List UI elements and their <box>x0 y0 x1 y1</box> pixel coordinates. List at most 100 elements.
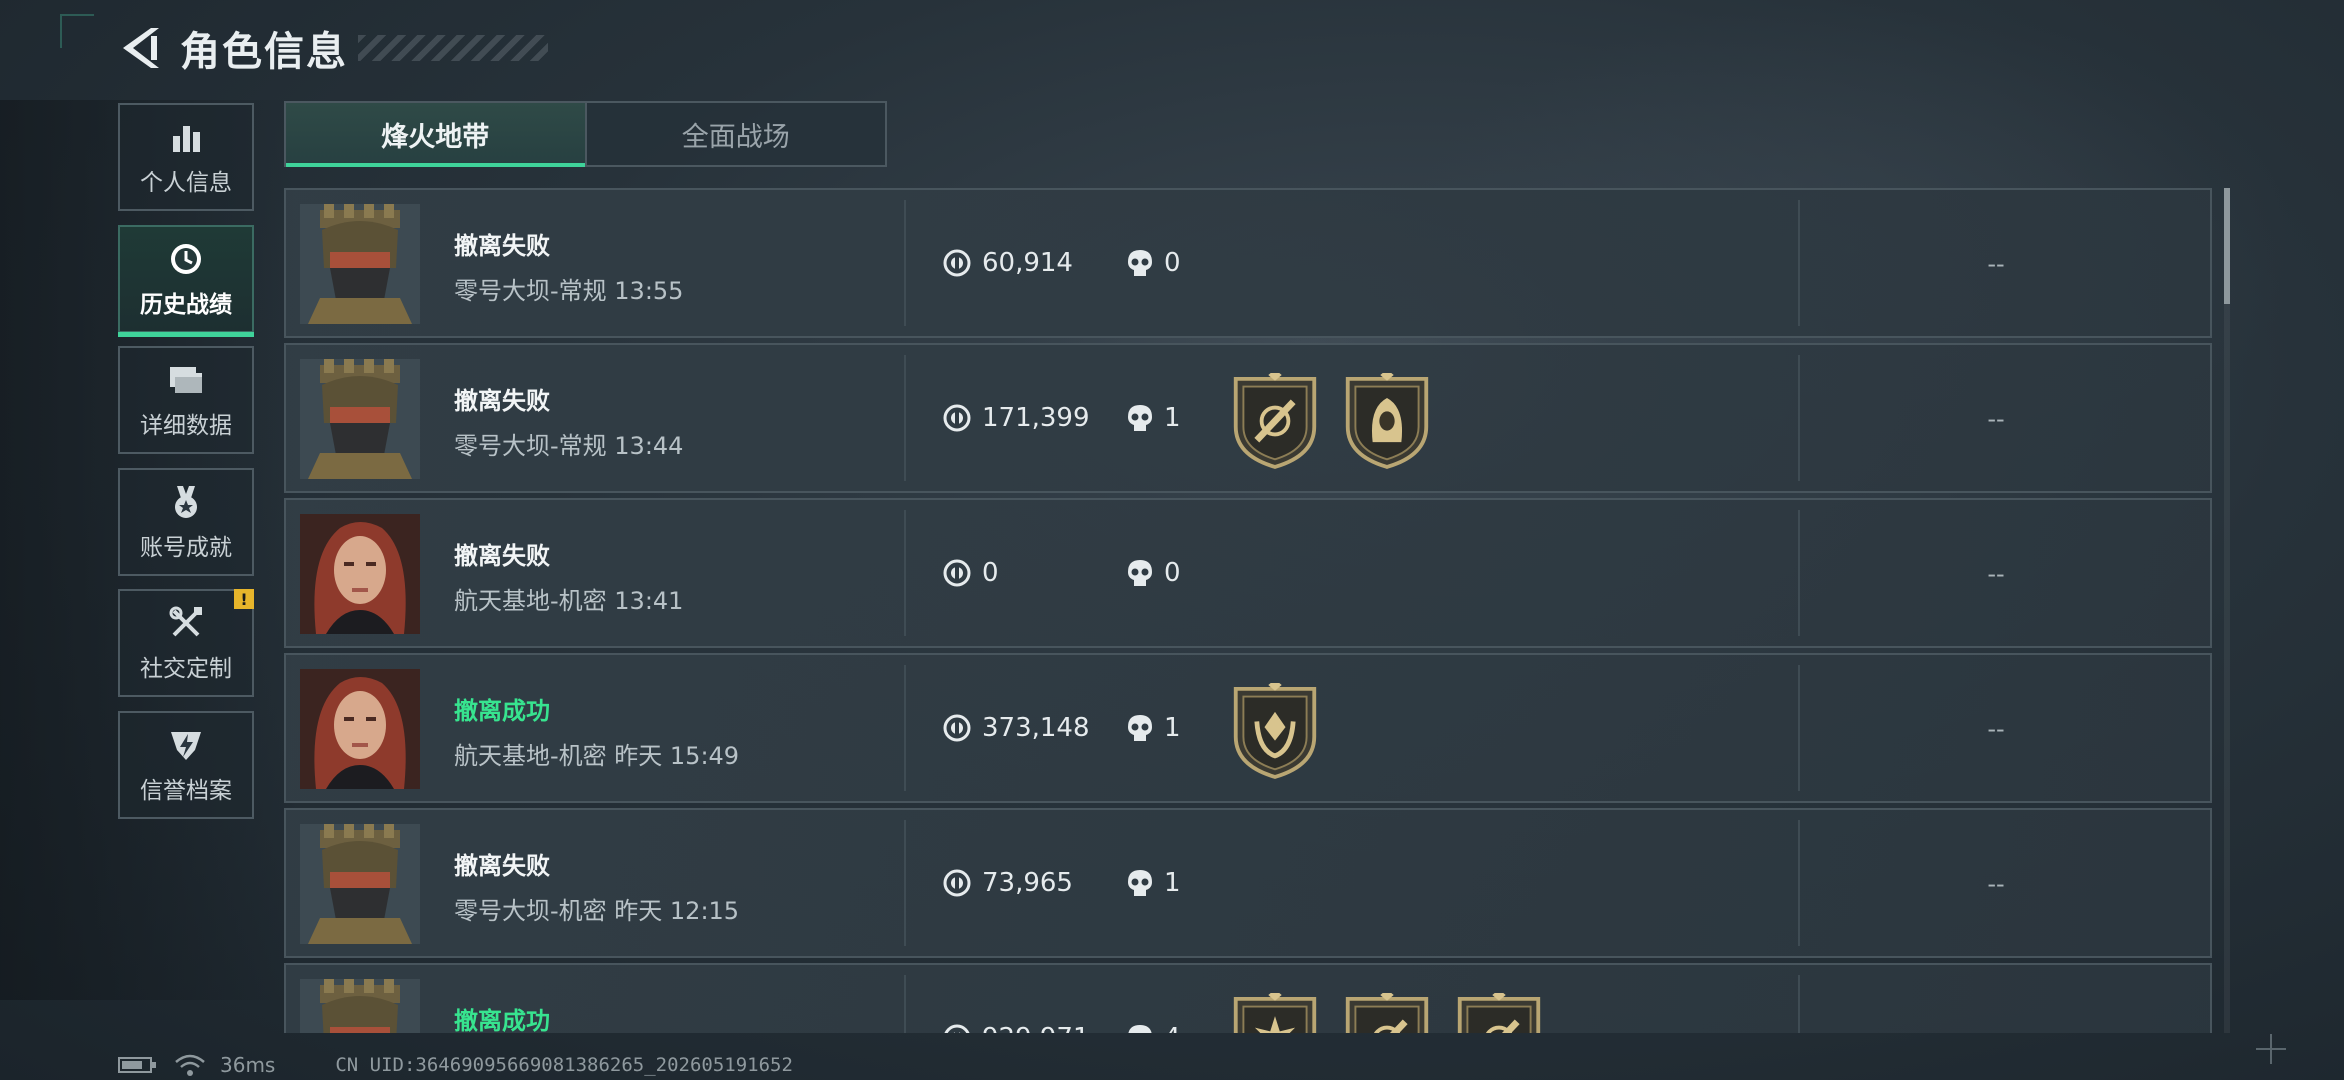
extraction-result: 撤离成功 <box>454 1007 550 1033</box>
tab-full-battlefield[interactable]: 全面战场 <box>584 103 886 165</box>
match-row[interactable]: 撤离失败 零号大坝-常规 13:55 60,914 0 -- <box>284 188 2212 338</box>
match-history-list[interactable]: 撤离失败 零号大坝-常规 13:55 60,914 0 -- 撤离失败 零号大坝-常规 13… <box>284 188 2212 1033</box>
loot-value-text: 373,148 <box>982 713 1090 743</box>
divider <box>1798 665 1800 791</box>
kill-skull-icon <box>1128 250 1152 276</box>
kill-count: 1 <box>1126 403 1181 433</box>
loot-value: 373,148 <box>942 713 1090 743</box>
medal-list <box>1230 369 1454 469</box>
mode-tabs: 烽火地带 全面战场 <box>284 101 887 167</box>
kill-count-text: 1 <box>1164 713 1181 743</box>
kill-skull-icon <box>1128 870 1152 896</box>
extraction-result: 撤离成功 <box>454 697 550 725</box>
match-row[interactable]: 撤离失败 零号大坝-机密 昨天 12:15 73,965 1 -- <box>284 808 2212 958</box>
map-and-time: 零号大坝-常规 13:55 <box>454 277 684 305</box>
clock-icon <box>166 239 206 279</box>
sidebar-item-label: 个人信息 <box>140 170 232 196</box>
medal-list <box>1230 989 1566 1033</box>
battery-icon <box>118 1057 156 1073</box>
corner-plus-decoration <box>2256 1034 2286 1064</box>
kill-count-text: 4 <box>1164 1023 1181 1033</box>
match-info: 撤离失败零号大坝-常规 13:55 <box>454 226 683 306</box>
divider <box>904 975 906 1033</box>
loot-value: 60,914 <box>942 248 1073 278</box>
sidebar-item-label: 社交定制 <box>140 656 232 682</box>
loot-value-text: 0 <box>982 558 999 588</box>
sidebar-item-label: 历史战绩 <box>140 291 232 318</box>
page-header: 角色信息 <box>118 20 548 76</box>
loot-value-text: 60,914 <box>982 248 1073 278</box>
sidebar-item-personal-info[interactable]: 个人信息 <box>118 103 254 211</box>
sidebar-item-detailed-data[interactable]: 详细数据 <box>118 346 254 454</box>
scrollbar-thumb[interactable] <box>2224 188 2230 304</box>
match-info: 撤离成功航天基地-机密 昨天 15:49 <box>454 691 739 771</box>
map-and-time: 零号大坝-常规 13:44 <box>454 432 684 460</box>
tab-beacon-zone[interactable]: 烽火地带 <box>286 103 585 167</box>
divider <box>1798 355 1800 481</box>
operator-avatar <box>300 824 420 944</box>
extra-info: -- <box>1987 715 2005 743</box>
notification-badge: ! <box>234 589 254 609</box>
extraction-result: 撤离失败 <box>454 852 550 880</box>
match-row[interactable]: 撤离成功航天基地-机密 昨天 15:49 373,148 1 -- <box>284 653 2212 803</box>
laurel-emblem-medal-icon <box>1230 679 1320 779</box>
coin-icon <box>943 714 971 742</box>
match-info: 撤离失败零号大坝-机密 昨天 12:15 <box>454 846 739 926</box>
match-info: 撤离失败 航天基地-机密 13:41 <box>454 536 683 616</box>
kill-count-text: 1 <box>1164 403 1181 433</box>
title-decoration <box>358 35 548 61</box>
player-uid: CN UID:3646909566908138626​5_20260519165… <box>335 1054 793 1076</box>
corner-bracket-decoration <box>60 14 94 48</box>
match-row[interactable]: 撤离失败 航天基地-机密 13:41 0 0 -- <box>284 498 2212 648</box>
extraction-result: 撤离失败 <box>454 387 550 415</box>
loot-value-text: 171,399 <box>982 403 1090 433</box>
sidebar-item-match-history[interactable]: 历史战绩 <box>118 224 254 337</box>
sidebar-item-social-custom[interactable]: 社交定制 ! <box>118 589 254 697</box>
divider <box>1798 510 1800 636</box>
kill-skull-icon <box>1128 560 1152 586</box>
map-and-time: 零号大坝-机密 昨天 12:15 <box>454 897 740 925</box>
loot-value: 171,399 <box>942 403 1090 433</box>
kill-count: 0 <box>1126 558 1181 588</box>
kill-count: 1 <box>1126 713 1181 743</box>
map-and-time: 航天基地-机密 昨天 15:49 <box>454 742 740 770</box>
divider <box>904 665 906 791</box>
medal-icon <box>166 482 206 522</box>
extraction-result: 撤离失败 <box>454 232 550 260</box>
coin-icon <box>944 1024 970 1033</box>
match-row[interactable]: 撤离失败 零号大坝-常规 13:44 171,399 1 -- <box>284 343 2212 493</box>
scrollbar[interactable] <box>2224 188 2230 1033</box>
operator-avatar <box>300 514 420 634</box>
loot-value: 0 <box>942 558 999 588</box>
wifi-icon <box>175 1054 205 1076</box>
operator-avatar <box>300 979 420 1033</box>
operator-avatar <box>300 204 420 324</box>
extra-info: -- <box>1987 250 2005 278</box>
starburst-medal-icon <box>1230 989 1320 1033</box>
coin-icon <box>943 249 971 277</box>
kill-skull-icon <box>1128 405 1152 431</box>
crossed-rifle-medal-icon <box>1454 989 1544 1033</box>
folder-icon <box>166 360 206 400</box>
kill-count: 1 <box>1126 868 1181 898</box>
sidebar-item-achievements[interactable]: 账号成就 <box>118 467 254 576</box>
kill-count-text: 1 <box>1164 868 1181 898</box>
match-row[interactable]: 撤离成功 929,971 4 -- <box>284 963 2212 1033</box>
match-info: 撤离成功 <box>454 1001 550 1033</box>
coin-icon <box>943 559 971 587</box>
divider <box>904 355 906 481</box>
sidebar-item-label: 账号成就 <box>140 534 232 561</box>
bar-chart-icon <box>166 117 206 157</box>
divider <box>904 820 906 946</box>
extraction-result: 撤离失败 <box>454 542 550 570</box>
divider <box>904 200 906 326</box>
tools-icon <box>166 603 206 643</box>
match-info: 撤离失败零号大坝-常规 13:44 <box>454 381 683 461</box>
back-button[interactable] <box>118 25 164 71</box>
sidebar-item-credit-file[interactable]: 信誉档案 <box>118 710 254 819</box>
extra-info: -- <box>1966 1025 2026 1033</box>
kill-skull-icon <box>1128 1025 1152 1033</box>
page-title: 角色信息 <box>180 29 348 75</box>
kill-count-text: 0 <box>1164 558 1181 588</box>
operator-avatar <box>300 669 420 789</box>
